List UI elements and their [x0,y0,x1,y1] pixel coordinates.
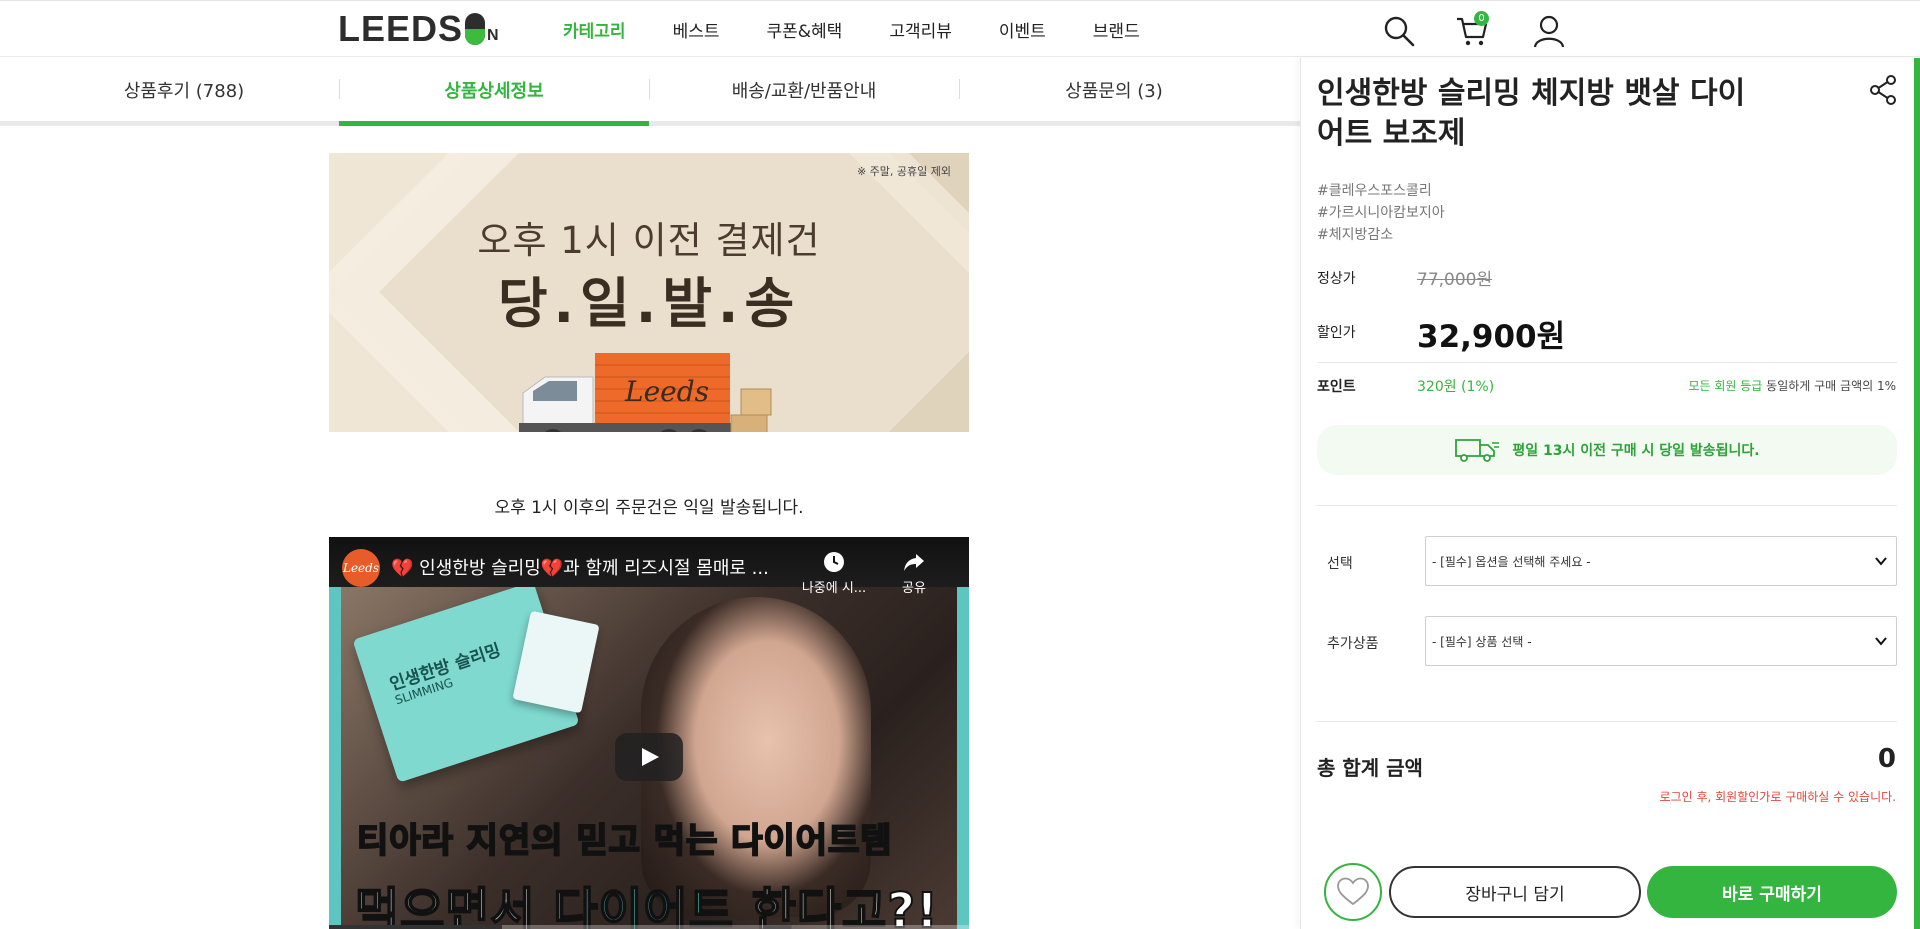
login-discount-note: 로그인 후, 회원할인가로 구매하실 수 있습니다. [1659,790,1896,804]
divider [1317,362,1897,363]
product-video[interactable]: 인생한방 슬리밍 SLIMMING 티아라 지연의 믿고 먹는 다이어트템 먹으… [329,537,969,929]
clock-icon [824,552,844,572]
regular-price-label: 정상가 [1317,271,1356,287]
sale-price-label: 할인가 [1317,325,1356,341]
tab-details[interactable]: 상품상세정보 [339,58,649,126]
product-title: 인생한방 슬리밍 체지방 뱃살 다이어트 보조제 [1317,76,1746,151]
video-title[interactable]: 💔 인생한방 슬리밍💔과 함께 리즈시절 몸매로 ... [391,554,811,580]
add-to-cart-button[interactable]: 장바구니 담기 [1389,866,1641,918]
nav-brand[interactable]: 브랜드 [1093,17,1140,42]
nav-category[interactable]: 카테고리 [563,17,626,42]
total-label: 총 합계 금액 [1317,756,1423,780]
option-label: 선택 [1327,556,1353,572]
point-note: 모든 회원 등급 동일하게 구매 금액의 1% [1688,379,1896,393]
sale-price: 32,900원 [1417,319,1566,355]
heart-icon [1337,877,1369,906]
channel-logo[interactable]: Leeds [342,549,380,587]
tab-reviews[interactable]: 상품후기 (788) [29,58,339,121]
product-tags: #클레우스포스콜리 #가르시니아캄보지아 #체지방감소 [1317,180,1445,246]
addon-label: 추가상품 [1327,636,1379,652]
tag-item[interactable]: #가르시니아캄보지아 [1317,202,1445,224]
delivery-truck-icon [1455,439,1500,462]
video-progress-bar[interactable] [329,925,969,929]
site-logo[interactable]: LEEDS N [338,8,500,49]
wishlist-button[interactable] [1324,863,1382,921]
regular-price: 77,000원 [1417,270,1493,290]
banner-line2: 당.일.발.송 [497,272,801,335]
banner-note: ※ 주말, 공휴일 제외 [856,165,951,178]
nav-best[interactable]: 베스트 [673,17,720,42]
tab-shipping[interactable]: 배송/교환/반품안내 [649,58,959,121]
addon-select[interactable]: - [필수] 상품 선택 - [1425,616,1897,666]
watch-later-label: 나중에 시... [801,581,867,596]
next-day-shipping-note: 오후 1시 이후의 주문건은 익일 발송됩니다. [494,498,804,518]
total-value: 0 [1877,744,1896,774]
share-arrow-icon [904,554,924,571]
share-icon[interactable] [1869,74,1897,106]
video-caption-line2: 먹으면서 다이어트 한다고?! [354,882,939,929]
buy-now-button[interactable]: 바로 구매하기 [1647,866,1897,918]
option-select[interactable]: - [필수] 옵션을 선택해 주세요 - [1425,536,1897,586]
addon-select-value: - [필수] 상품 선택 - [1432,634,1532,649]
cart-count-badge: 0 [1474,11,1489,26]
main-nav: 카테고리 베스트 쿠폰&혜택 고객리뷰 이벤트 브랜드 [563,1,1187,58]
divider [1317,505,1897,506]
tab-inquiry[interactable]: 상품문의 (3) [959,58,1269,121]
nav-event[interactable]: 이벤트 [999,17,1046,42]
video-share-label: 공유 [902,581,926,596]
logo-text: LEEDS [338,8,464,49]
site-header: LEEDS N 카테고리 베스트 쿠폰&혜택 고객리뷰 이벤트 브랜드 0 [0,0,1920,57]
panel-scrollbar[interactable] [1914,58,1920,929]
divider [1317,721,1897,722]
video-caption-line1: 티아라 지연의 믿고 먹는 다이어트템 [356,820,893,862]
search-icon[interactable] [1382,14,1416,48]
purchase-panel: 인생한방 슬리밍 체지방 뱃살 다이어트 보조제 #클레우스포스콜리 #가르시니… [1300,58,1920,929]
tag-item[interactable]: #클레우스포스콜리 [1317,180,1445,202]
point-value: 320원 (1%) [1417,379,1495,395]
watch-later-button[interactable]: 나중에 시... [799,551,869,596]
tag-item[interactable]: #체지방감소 [1317,224,1445,246]
same-day-notice: 평일 13시 이전 구매 시 당일 발송됩니다. [1317,425,1897,475]
chevron-down-icon [1875,557,1887,566]
truck-brand-label: Leeds [625,375,710,408]
video-title-bar: Leeds 💔 인생한방 슬리밍💔과 함께 리즈시절 몸매로 ... 나중에 시… [329,537,969,596]
option-select-value: - [필수] 옵션을 선택해 주세요 - [1432,554,1591,569]
video-progress-fill [329,925,502,929]
logo-pill-icon [465,13,486,45]
play-button[interactable] [615,733,683,781]
logo-suffix: N [487,27,500,44]
banner-line1: 오후 1시 이전 결제건 [477,219,821,262]
nav-coupon[interactable]: 쿠폰&혜택 [766,17,842,42]
user-icon[interactable] [1532,14,1566,48]
nav-review[interactable]: 고객리뷰 [889,17,952,42]
cart-icon[interactable]: 0 [1455,11,1489,48]
point-label: 포인트 [1317,379,1356,395]
video-share-button[interactable]: 공유 [889,551,939,596]
detail-tabs: 상품후기 (788) 상품상세정보 배송/교환/반품안내 상품문의 (3) [0,58,1300,126]
same-day-shipping-banner: ※ 주말, 공휴일 제외 오후 1시 이전 결제건 당.일.발.송 Leeds [329,153,969,432]
chevron-down-icon [1875,637,1887,646]
same-day-notice-text: 평일 13시 이전 구매 시 당일 발송됩니다. [1512,443,1760,459]
